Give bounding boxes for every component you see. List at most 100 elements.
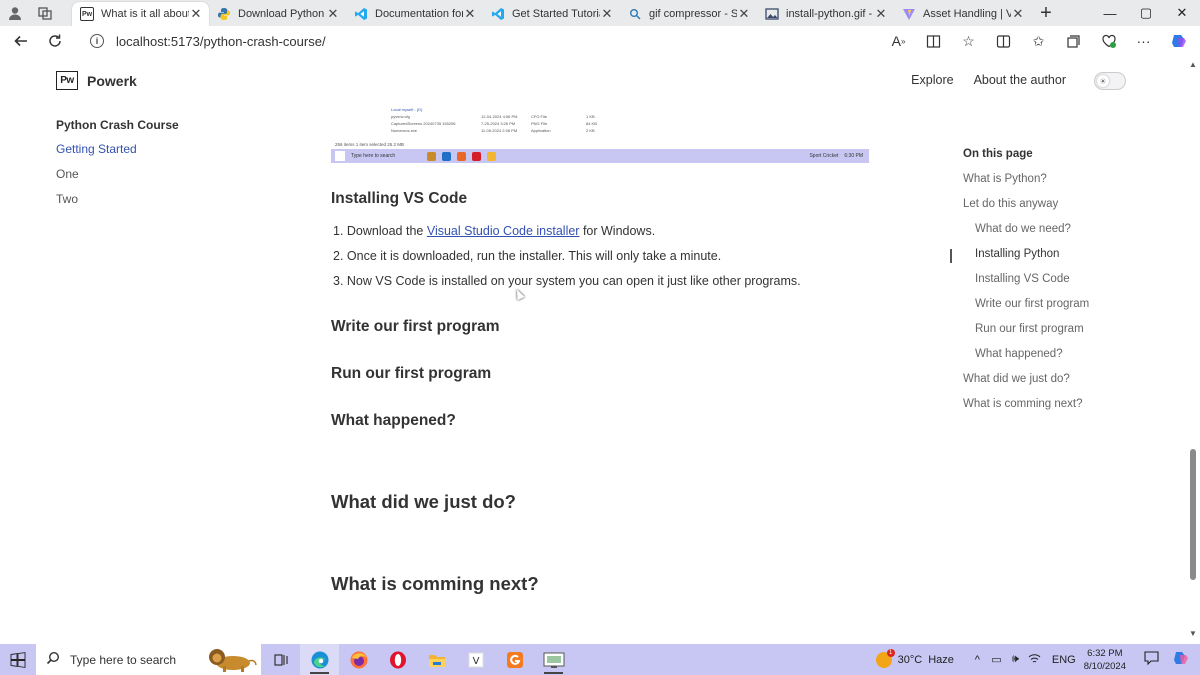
taskbar-search[interactable]: Type here to search (36, 644, 261, 675)
heading-installing-vscode: Installing VS Code (331, 190, 468, 207)
tab-download-python[interactable]: Download Python | P ✕ (209, 2, 346, 26)
taskbar-opera[interactable] (378, 644, 417, 675)
tab-what-is-it-all-about[interactable]: Pw What is it all about? ✕ (72, 2, 209, 26)
start-button[interactable] (0, 644, 36, 675)
sidebar-item-one[interactable]: One (56, 167, 179, 192)
language-indicator[interactable]: ENG (1052, 654, 1076, 666)
task-view-button[interactable] (261, 644, 300, 675)
taskbar-gif-app[interactable] (495, 644, 534, 675)
vscode-installer-link[interactable]: Visual Studio Code installer (427, 224, 580, 238)
task-view-icon (273, 653, 288, 666)
sidebar-item-two[interactable]: Two (56, 192, 179, 217)
read-aloud-icon[interactable]: A» (881, 26, 916, 56)
workspaces-icon[interactable] (36, 4, 54, 22)
close-tab-icon[interactable]: ✕ (600, 6, 614, 22)
browser-tab-strip: Pw What is it all about? ✕ Download Pyth… (0, 0, 1200, 26)
scrollbar-thumb[interactable] (1190, 449, 1196, 580)
outline-item-run-program[interactable]: Run our first program (963, 323, 1089, 348)
outline-item-let-do-this[interactable]: Let do this anyway (963, 198, 1089, 223)
scroll-up-icon[interactable]: ▲ (1189, 60, 1197, 69)
immersive-reader-icon[interactable] (916, 26, 951, 56)
gif-start-icon (335, 151, 345, 161)
nav-about-author[interactable]: About the author (974, 73, 1066, 87)
browser-essentials-icon[interactable] (1091, 26, 1126, 56)
nav-explore[interactable]: Explore (911, 73, 953, 87)
close-tab-icon[interactable]: ✕ (463, 6, 477, 22)
favorite-star-icon[interactable]: ☆ (951, 26, 986, 56)
favorites-icon[interactable]: ✩ (1021, 26, 1056, 56)
more-options-icon[interactable]: ··· (1126, 26, 1161, 56)
taskbar-search-placeholder[interactable]: Type here to search (70, 653, 176, 667)
clock-date: 8/10/2024 (1083, 660, 1126, 672)
close-tab-icon[interactable]: ✕ (737, 6, 751, 22)
new-tab-button[interactable]: + (1031, 0, 1061, 26)
close-tab-icon[interactable]: ✕ (326, 6, 340, 22)
taskbar-edge[interactable] (300, 644, 339, 675)
taskbar-clock[interactable]: 6:32 PM 8/10/2024 (1084, 647, 1126, 673)
firefox-icon (350, 651, 367, 668)
taskbar-vim[interactable]: V (456, 644, 495, 675)
tab-title: Asset Handling | Vite (923, 8, 1011, 20)
gif-folder-icon (487, 151, 496, 161)
close-tab-icon[interactable]: ✕ (1011, 6, 1025, 22)
wifi-icon[interactable] (1027, 653, 1042, 667)
tab-title: What is it all about? (101, 8, 189, 20)
outline-active-marker (950, 249, 952, 263)
maximize-icon[interactable]: ▢ (1128, 0, 1164, 26)
show-hidden-icons-icon[interactable]: ^ (970, 654, 985, 666)
heading-what-did-we-do: What did we just do? (331, 491, 516, 512)
device-icon[interactable]: ▭ (989, 653, 1004, 666)
python-icon (217, 7, 231, 21)
tab-get-started-tutorial[interactable]: Get Started Tutorial ✕ (483, 2, 620, 26)
close-window-icon[interactable]: ✕ (1164, 0, 1200, 26)
back-button[interactable] (4, 26, 38, 56)
outline-item-whats-next[interactable]: What is comming next? (963, 398, 1089, 423)
outline-item-installing-python[interactable]: Installing Python (963, 248, 1089, 273)
outline-item-what-happened[interactable]: What happened? (963, 348, 1089, 373)
weather-widget[interactable]: 1 30°C Haze (875, 648, 954, 668)
weather-temp: 30°C (897, 653, 923, 666)
tab-strip-left-icons (0, 0, 72, 26)
outline-item-what-do-we-need[interactable]: What do we need? (963, 223, 1089, 248)
close-tab-icon[interactable]: ✕ (189, 6, 203, 22)
page-scrollbar[interactable]: ▲ ▼ (1186, 56, 1200, 644)
address-bar[interactable]: i localhost:5173/python-crash-course/ (90, 29, 870, 53)
outline-item-what-is-python[interactable]: What is Python? (963, 173, 1089, 198)
url-text[interactable]: localhost:5173/python-crash-course/ (116, 34, 326, 49)
outline-item-installing-vscode[interactable]: Installing VS Code (963, 273, 1089, 298)
copilot-icon[interactable] (1161, 26, 1196, 56)
outline-item-what-did-we-do[interactable]: What did we just do? (963, 373, 1089, 398)
split-screen-icon[interactable] (986, 26, 1021, 56)
taskbar-firefox[interactable] (339, 644, 378, 675)
profile-icon[interactable] (6, 4, 24, 22)
tab-documentation-vscode[interactable]: Documentation for V ✕ (346, 2, 483, 26)
site-logo[interactable]: Pw Powerk (56, 71, 137, 90)
tab-install-python-gif[interactable]: install-python.gif - A ✕ (757, 2, 894, 26)
scroll-down-icon[interactable]: ▼ (1189, 629, 1197, 638)
sidebar-group-title: Python Crash Course (56, 118, 179, 132)
taskbar-file-explorer[interactable] (417, 644, 456, 675)
site-info-icon[interactable]: i (90, 34, 104, 48)
logo-mark: Pw (56, 71, 78, 90)
outline-item-write-program[interactable]: Write our first program (963, 298, 1089, 323)
collections-icon[interactable] (1056, 26, 1091, 56)
search-icon (628, 7, 642, 21)
theme-toggle[interactable]: ☀ (1094, 72, 1126, 90)
copilot-taskbar-icon[interactable] (1168, 650, 1194, 669)
close-tab-icon[interactable]: ✕ (874, 6, 888, 22)
tab-title: gif compressor - Sea (649, 8, 737, 20)
tab-gif-compressor[interactable]: gif compressor - Sea ✕ (620, 2, 757, 26)
notifications-icon[interactable] (1138, 651, 1164, 668)
volume-icon[interactable]: 🕪 (1008, 653, 1023, 666)
sidebar-item-getting-started[interactable]: Getting Started (56, 142, 179, 167)
taskbar-screen-tool[interactable] (534, 644, 573, 675)
tab-asset-handling-vite[interactable]: Asset Handling | Vite ✕ (894, 2, 1031, 26)
lion-search-highlight-icon[interactable] (203, 646, 257, 673)
install-steps-list: 1. Download the Visual Studio Code insta… (333, 224, 801, 299)
gif-firefox-icon (457, 151, 466, 161)
minimize-icon[interactable]: — (1092, 0, 1128, 26)
heading-whats-next: What is comming next? (331, 573, 539, 594)
list-item: 2. Once it is downloaded, run the instal… (333, 249, 722, 263)
gif-opera-icon (472, 151, 481, 161)
refresh-button[interactable] (38, 26, 72, 56)
